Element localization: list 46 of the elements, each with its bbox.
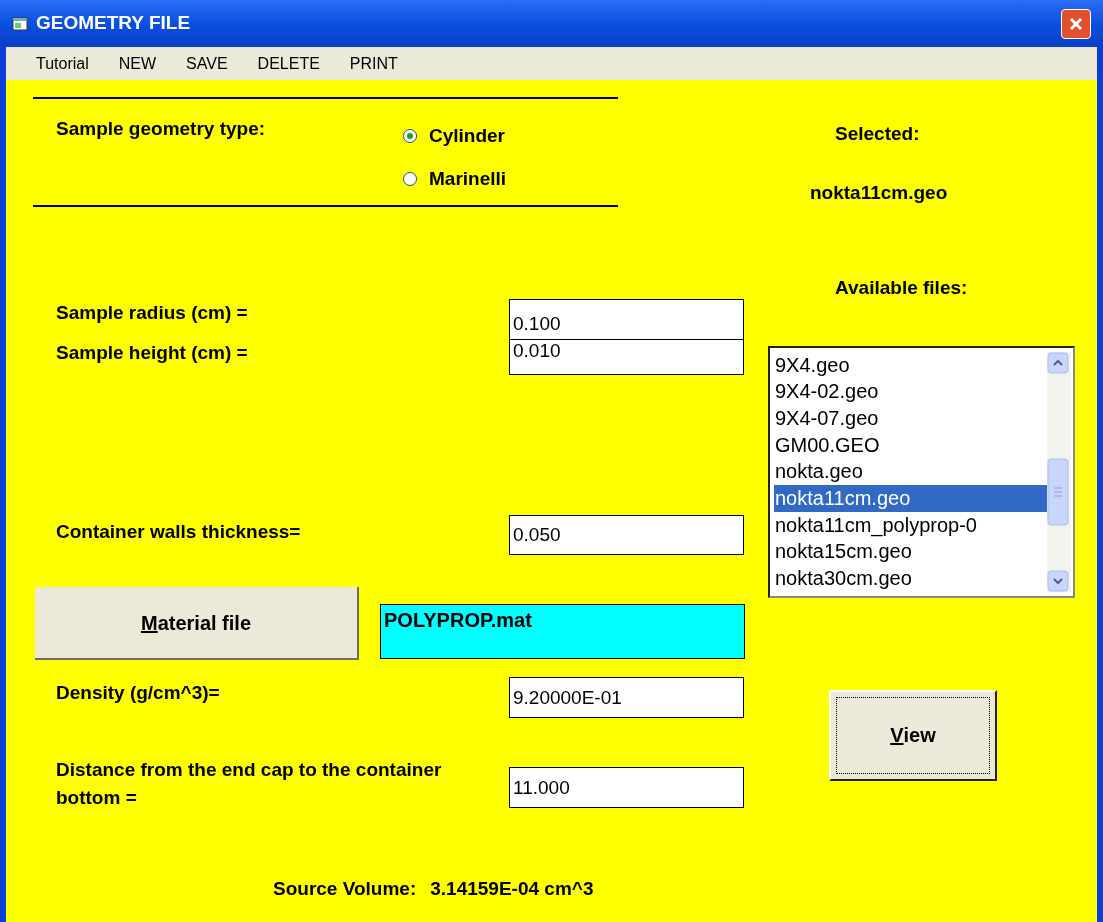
- window-title: GEOMETRY FILE: [36, 11, 192, 36]
- input-field[interactable]: 11.000: [509, 767, 744, 808]
- view-button[interactable]: View: [829, 689, 997, 781]
- menu-item[interactable]: DELETE: [257, 51, 320, 76]
- material-file-name: POLYPROP.mat: [380, 604, 745, 659]
- file-list-item[interactable]: nokta15cm.geo: [774, 538, 1047, 565]
- scrollbar[interactable]: [1047, 351, 1071, 592]
- file-list-item[interactable]: nokta.geo: [774, 458, 1047, 485]
- file-list-item[interactable]: GM00.GEO: [774, 431, 1047, 459]
- close-icon: [1068, 15, 1084, 32]
- file-list-item[interactable]: 9X4-02.geo: [774, 378, 1047, 405]
- window-icon: [12, 16, 28, 31]
- radio-button[interactable]: [403, 171, 417, 186]
- close-button[interactable]: [1061, 8, 1091, 39]
- selected-label: Selected:: [835, 122, 921, 146]
- field-label: Density (g/cm^3)=: [56, 681, 221, 705]
- menu-item[interactable]: Tutorial: [36, 51, 89, 76]
- radio-button[interactable]: [403, 129, 417, 144]
- input-field[interactable]: 0.010: [509, 339, 744, 375]
- source-volume-label: Source Volume:: [273, 877, 417, 901]
- field-label: Sample radius (cm) =: [56, 301, 249, 325]
- selected-file-name: nokta11cm.geo: [810, 180, 949, 205]
- field-label: Sample height (cm) =: [56, 341, 249, 365]
- source-volume-value: 3.14159E-04 cm^3: [430, 877, 594, 901]
- file-list-item[interactable]: 9X4.geo: [774, 351, 1047, 379]
- input-field[interactable]: 0.050: [509, 515, 744, 555]
- menu-item[interactable]: NEW: [118, 51, 157, 76]
- file-list-item[interactable]: nokta30cm.geo: [774, 564, 1047, 592]
- file-list-item[interactable]: nokta11cm_polyprop-0: [774, 511, 1047, 539]
- file-list-item[interactable]: nokta11cm.geo: [774, 484, 1047, 512]
- input-field[interactable]: 9.20000E-01: [509, 677, 744, 718]
- field-label: Sample geometry type:: [56, 118, 267, 141]
- file-list[interactable]: 9X4.geo 9X4-02.geo 9X4-07.geo GM00.GEO nokta.geo nokta11cm.geo nokta11cm_polyprop-0 nokta15cm.geo nokta30cm.geo: [768, 345, 1075, 598]
- scroll-up-icon[interactable]: [1047, 351, 1069, 374]
- menu-item[interactable]: PRINT: [349, 51, 398, 76]
- field-label: Container walls thickness=: [56, 520, 302, 544]
- radio-option[interactable]: Cylinder: [403, 122, 507, 151]
- radio-option[interactable]: Marinelli: [403, 164, 507, 193]
- material-file-button[interactable]: Material file: [35, 587, 359, 660]
- scroll-thumb[interactable]: [1047, 457, 1069, 526]
- field-label: Distance from the end cap to the container bottom =: [56, 758, 443, 810]
- available-files-label: Available files:: [835, 276, 969, 300]
- input-field[interactable]: 0.100: [509, 299, 744, 340]
- file-list-item[interactable]: 9X4-07.geo: [774, 404, 1047, 432]
- menu-item[interactable]: SAVE: [186, 51, 228, 76]
- scroll-down-icon[interactable]: [1047, 569, 1069, 592]
